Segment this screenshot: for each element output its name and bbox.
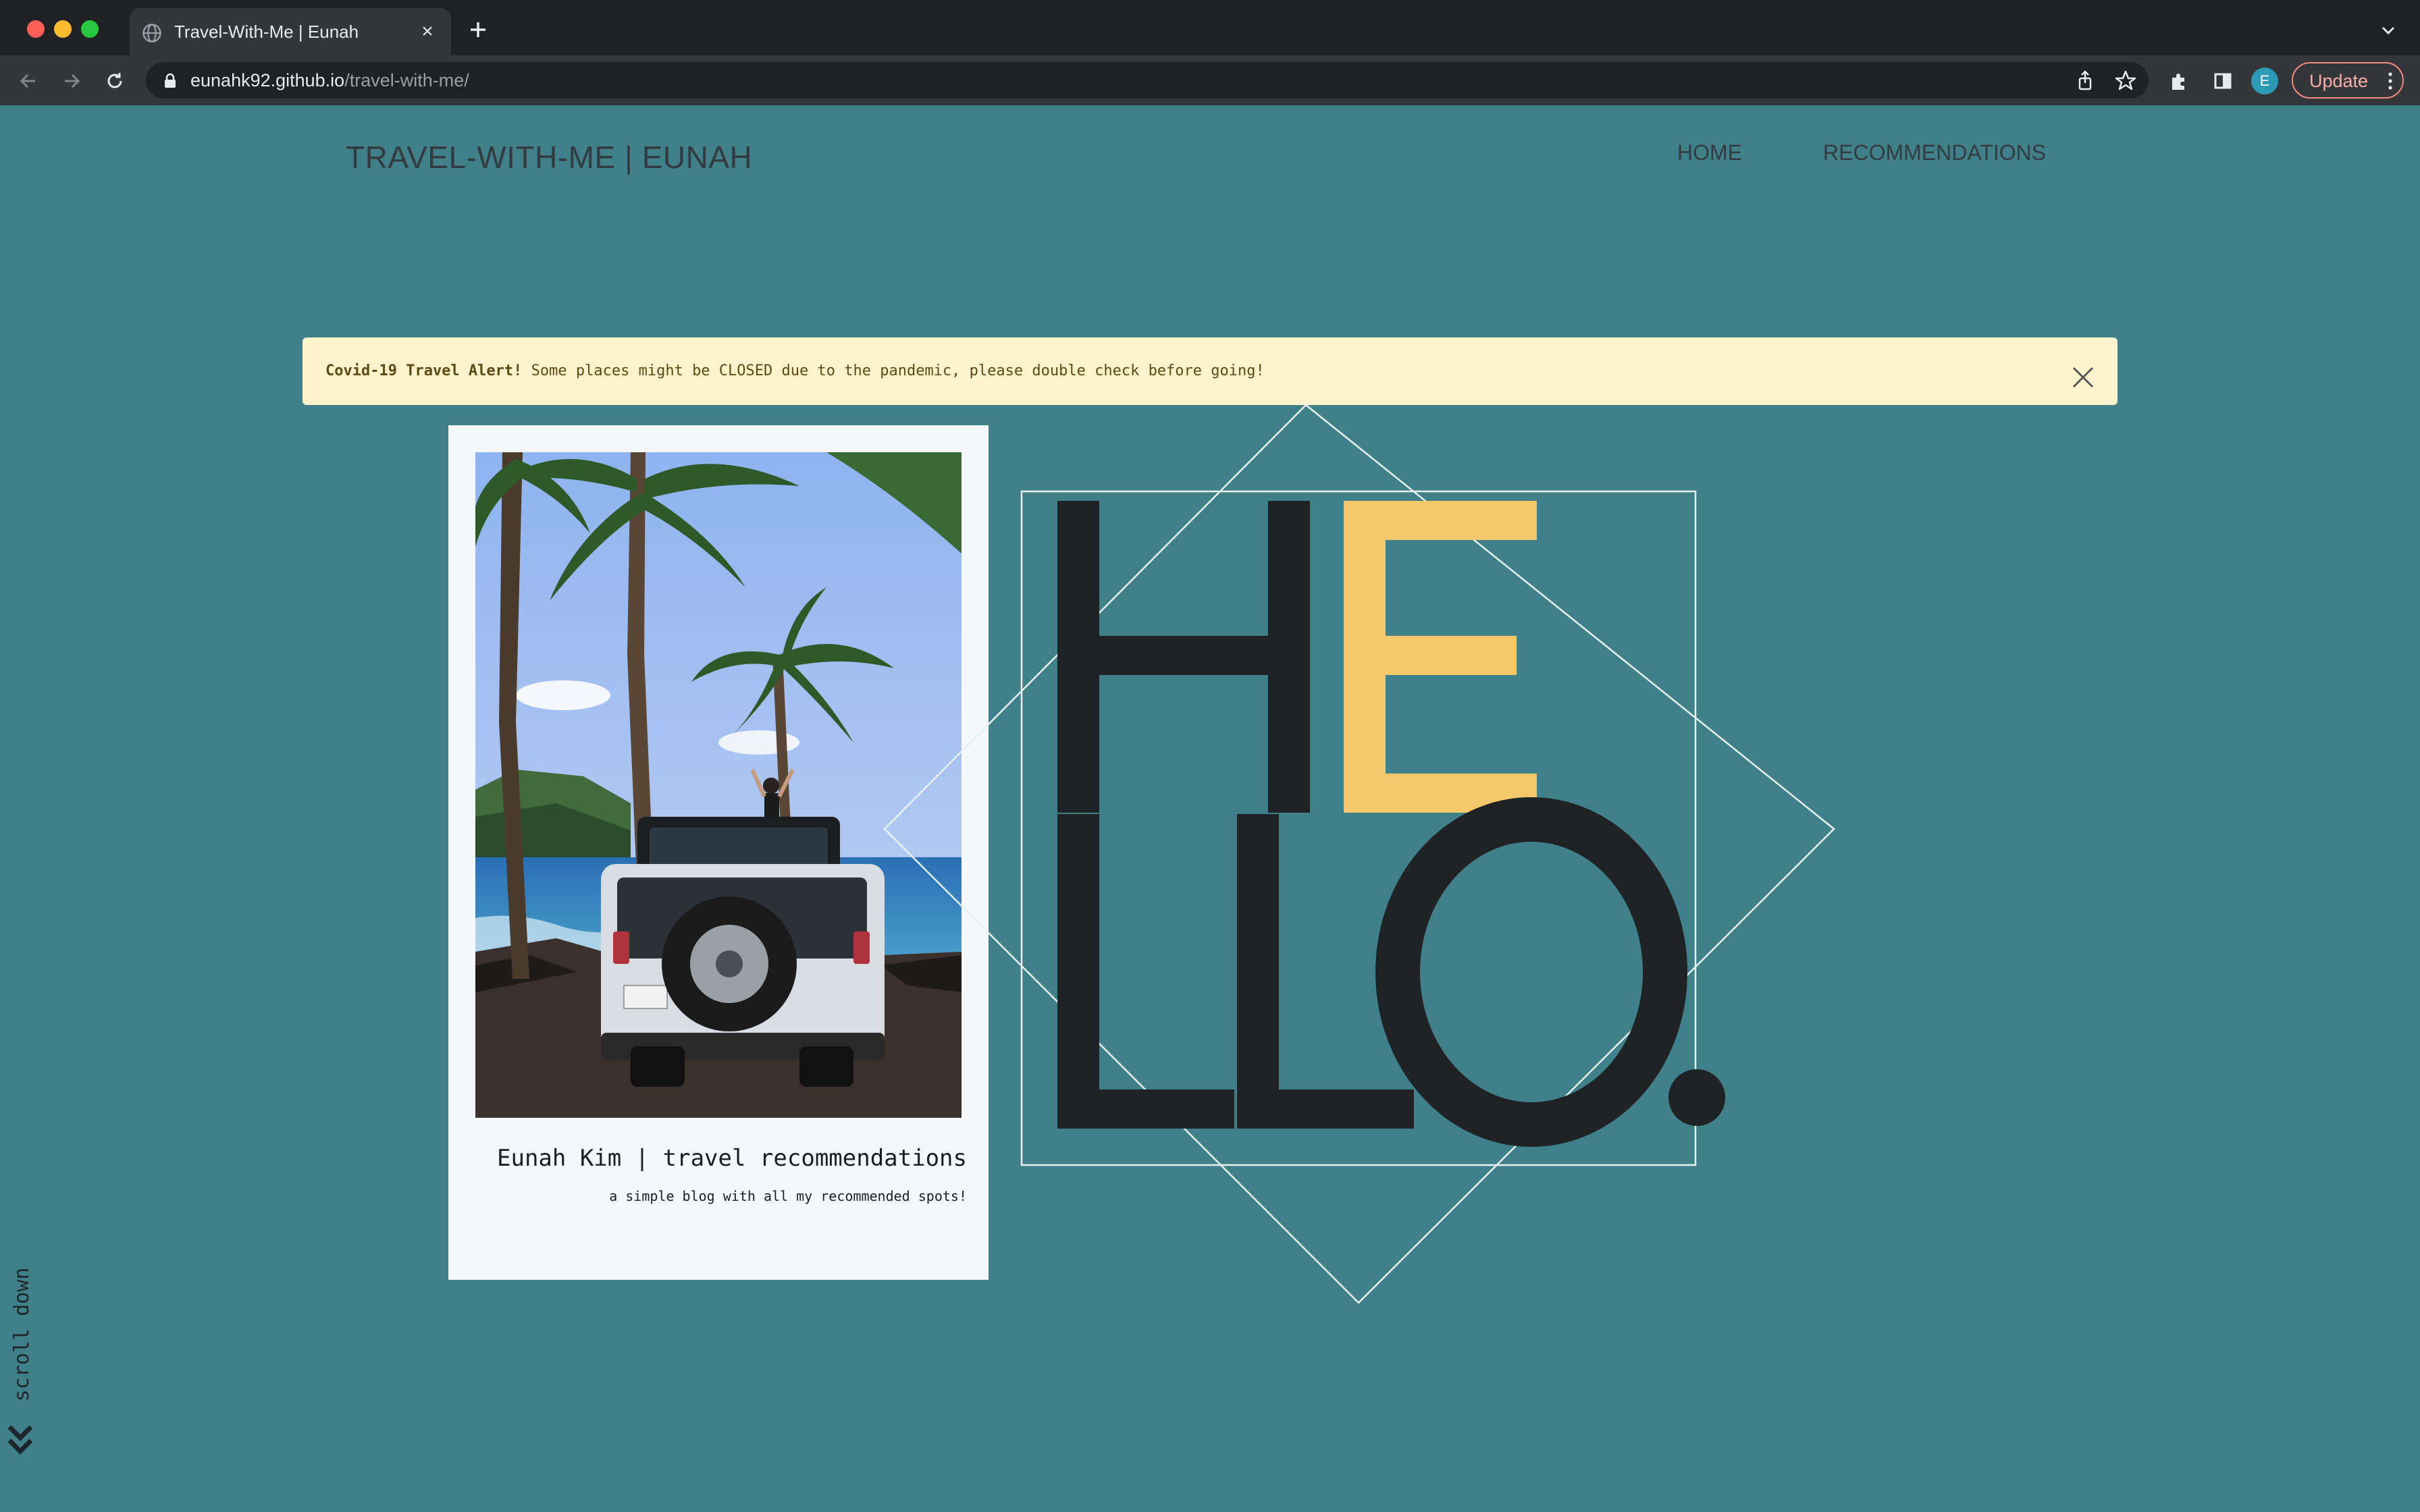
alert-text: Some places might be CLOSED due to the p…: [522, 362, 1265, 379]
close-icon[interactable]: ×: [416, 20, 439, 43]
url-text[interactable]: eunahk92.github.io/travel-with-me/: [190, 69, 469, 92]
profile-avatar[interactable]: E: [2251, 68, 2278, 94]
kebab-menu-icon[interactable]: [2388, 72, 2393, 90]
alert-strong: Covid-19 Travel Alert!: [325, 362, 523, 379]
update-button[interactable]: Update: [2292, 62, 2404, 99]
new-tab-icon[interactable]: [465, 16, 492, 43]
browser-toolbar: eunahk92.github.io/travel-with-me/ E Upd…: [0, 55, 2420, 105]
nav-link-recommendations[interactable]: RECOMMENDATIONS: [1823, 140, 2046, 165]
hero-letter-e: [1344, 501, 1537, 813]
back-icon[interactable]: [15, 68, 42, 94]
site-title[interactable]: TRAVEL-WITH-ME | EUNAH: [346, 139, 752, 176]
hero-letter-h: [1057, 501, 1310, 813]
hero-letter-period: [1668, 1069, 1725, 1126]
bookmark-star-icon[interactable]: [2112, 68, 2139, 94]
alert-message: Covid-19 Travel Alert! Some places might…: [325, 360, 1265, 382]
share-icon[interactable]: [2072, 68, 2099, 94]
browser-tab-strip: Travel-With-Me | Eunah ×: [0, 0, 2420, 55]
lock-icon[interactable]: [163, 73, 177, 89]
hero-letter-o: [1375, 797, 1687, 1147]
globe-icon: [142, 24, 161, 43]
scroll-down-hint[interactable]: scroll down: [7, 1268, 34, 1472]
window-minimize-button[interactable]: [54, 20, 72, 38]
side-panel-icon[interactable]: [2209, 68, 2236, 94]
update-label: Update: [2309, 71, 2369, 91]
tab-title: Travel-With-Me | Eunah: [174, 22, 359, 42]
hello-hero-graphic: [883, 404, 1835, 1304]
window-maximize-button[interactable]: [81, 20, 99, 38]
tab-list-chevron-icon[interactable]: [2378, 20, 2398, 40]
close-icon[interactable]: [2069, 363, 2097, 392]
double-chevron-down-icon[interactable]: [7, 1419, 34, 1459]
address-bar[interactable]: eunahk92.github.io/travel-with-me/: [146, 62, 2149, 99]
reload-icon[interactable]: [101, 68, 128, 94]
scroll-down-label: scroll down: [10, 1267, 34, 1402]
extensions-icon[interactable]: [2166, 68, 2193, 94]
nav-link-home[interactable]: HOME: [1677, 140, 1742, 165]
covid-alert-banner: Covid-19 Travel Alert! Some places might…: [302, 338, 2118, 405]
hero-letter-l-1: [1057, 814, 1234, 1129]
window-close-button[interactable]: [27, 20, 45, 38]
browser-tab-active[interactable]: Travel-With-Me | Eunah ×: [130, 8, 451, 55]
forward-icon[interactable]: [58, 68, 85, 94]
